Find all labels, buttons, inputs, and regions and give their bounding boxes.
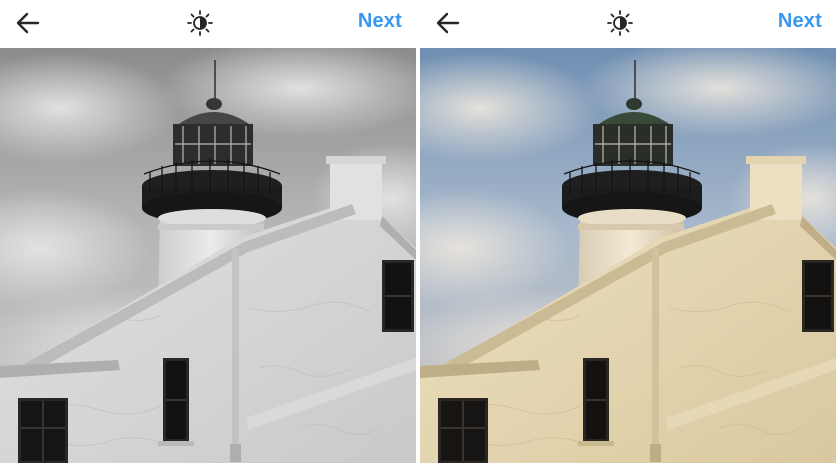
filter-preview-panel-left: Next bbox=[0, 0, 416, 472]
lighthouse-photo bbox=[420, 48, 836, 463]
arrow-left-icon[interactable] bbox=[14, 9, 42, 37]
photo-preview bbox=[0, 48, 416, 463]
bottom-strip bbox=[420, 463, 836, 472]
next-button[interactable]: Next bbox=[358, 10, 402, 33]
brightness-icon[interactable] bbox=[606, 9, 634, 37]
photo-preview bbox=[420, 48, 836, 463]
lighthouse-photo bbox=[0, 48, 416, 463]
brightness-icon[interactable] bbox=[186, 9, 214, 37]
filter-preview-panel-right: Next bbox=[420, 0, 836, 472]
arrow-left-icon[interactable] bbox=[434, 9, 462, 37]
bottom-strip bbox=[0, 463, 416, 472]
top-bar: Next bbox=[0, 0, 416, 46]
top-bar: Next bbox=[420, 0, 836, 46]
next-button[interactable]: Next bbox=[778, 10, 822, 33]
